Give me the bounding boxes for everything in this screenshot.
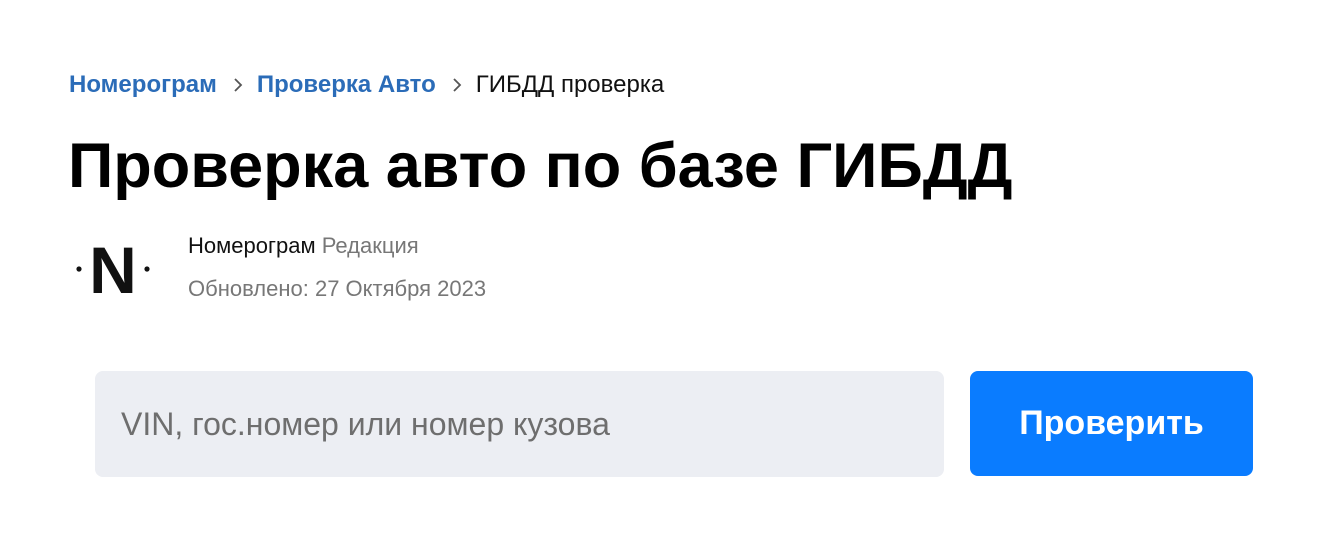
breadcrumb-current: ГИБДД проверка — [475, 71, 665, 98]
updated-date: Обновлено: 27 Октября 2023 — [188, 276, 487, 301]
chevron-right-icon — [234, 78, 243, 92]
logo-dot-right-icon — [144, 266, 150, 272]
breadcrumb-link-home[interactable]: Номерограм — [69, 71, 217, 99]
check-button[interactable]: Проверить — [970, 371, 1253, 476]
breadcrumb: Номерограм Проверка Авто ГИБДД проверка — [69, 70, 664, 100]
logo-dot-left-icon — [76, 266, 82, 272]
logo-letter: N — [89, 236, 137, 300]
author-name: Номерограм — [188, 233, 316, 258]
vehicle-search-input[interactable] — [95, 371, 944, 477]
author-role: Редакция — [321, 233, 419, 258]
author-line: Номерограм Редакция — [188, 232, 419, 260]
nomerogram-logo-avatar: N — [76, 236, 150, 300]
page-title: Проверка авто по базе ГИБДД — [68, 131, 1013, 201]
chevron-right-icon — [453, 78, 462, 92]
breadcrumb-link-auto-check[interactable]: Проверка Авто — [257, 71, 436, 99]
